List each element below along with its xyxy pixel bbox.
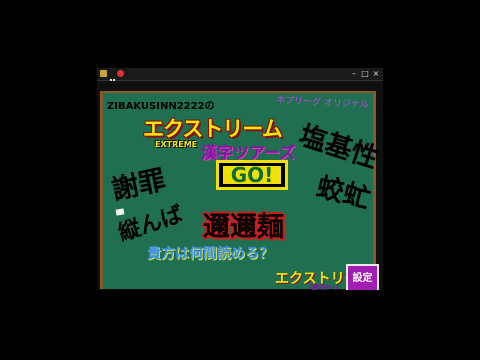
app-icon (100, 70, 107, 77)
record-icon[interactable] (117, 70, 124, 77)
title-tag: EXTREME (155, 140, 198, 149)
game-stage: ZIBAKUSINN2222の ネプリーグ オリジナル エクストリーム EXTR… (97, 81, 383, 290)
chalkboard: ZIBAKUSINN2222の ネプリーグ オリジナル エクストリーム EXTR… (100, 91, 382, 290)
maximize-icon[interactable]: □ (360, 69, 370, 79)
target-kanji-word: 邇邇麺 (203, 212, 284, 243)
pause-icon[interactable] (109, 70, 116, 84)
go-button[interactable]: GO! (216, 160, 288, 190)
footer-subtitle: 漢字ツ (309, 281, 339, 290)
floating-kanji-right-top: 塩基性 (295, 120, 382, 175)
question-text: 貴方は何間読める？ (147, 246, 273, 262)
window-titlebar: – □ × (97, 68, 383, 84)
game-window: – □ × ZIBAKUSINN2222の ネプリーグ オリジナル エクストリー… (97, 68, 383, 290)
settings-button[interactable]: 設定 (346, 264, 379, 290)
minimize-icon[interactable]: – (349, 69, 359, 79)
go-button-label: GO! (223, 165, 281, 185)
player-name: ZIBAKUSINN2222の (107, 101, 215, 112)
close-icon[interactable]: × (371, 69, 381, 79)
floating-kanji-left-top: 謝罪 (108, 164, 169, 207)
top-right-caption: ネプリーグ オリジナル (275, 95, 370, 111)
